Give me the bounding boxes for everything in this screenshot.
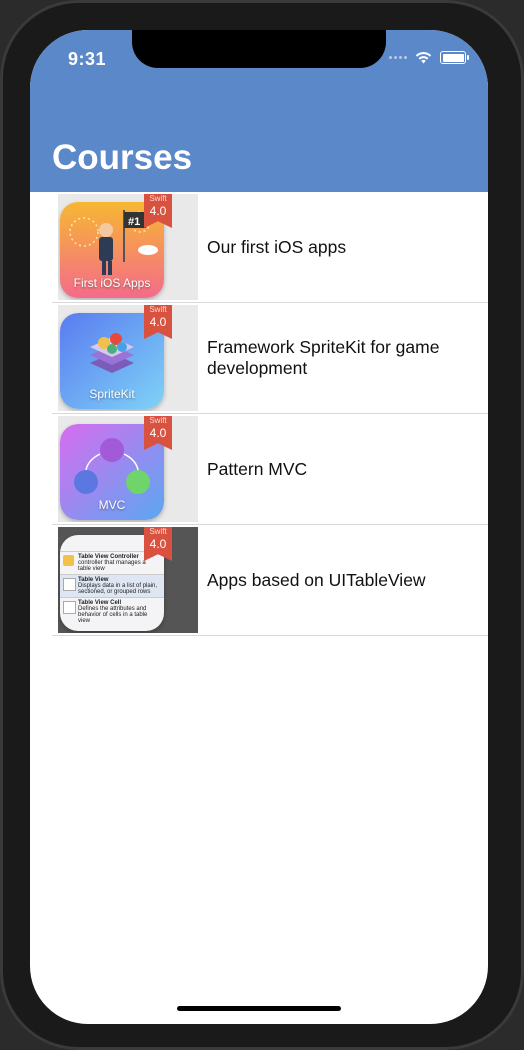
cellular-signal-icon [389,56,407,59]
course-title: Our first iOS apps [207,236,347,257]
course-icon-label: MVC [98,498,126,512]
preview-line-icon [63,555,74,566]
course-row[interactable]: SpriteKit Swift 4.0 Framework SpriteKit … [52,303,488,414]
screen: 9:31 Courses #1 First iOS Apps Swift 4.0… [30,30,488,1024]
notch [132,30,386,68]
preview-line-icon [63,601,76,614]
course-thumbnail: #1 First iOS Apps Swift 4.0 [58,194,198,300]
preview-line: Table View Displays data in a list of pl… [60,575,164,598]
status-time: 9:31 [68,49,107,69]
course-thumbnail: SpriteKit Swift 4.0 [58,305,198,411]
wifi-icon [415,52,432,64]
course-row[interactable]: Table View Controller controller that ma… [52,525,488,636]
course-icon-label: SpriteKit [89,387,135,401]
course-title: Apps based on UITableView [207,569,426,590]
svg-text:#1: #1 [128,216,140,228]
course-icon-label: First iOS Apps [73,276,151,290]
page-title: Courses [52,138,193,177]
navigation-bar: 9:31 Courses [30,30,488,192]
course-title: Framework SpriteKit for game development [207,337,440,378]
course-thumbnail: Table View Controller controller that ma… [58,527,198,633]
device-frame: 9:31 Courses #1 First iOS Apps Swift 4.0… [0,0,524,1050]
status-icons [389,51,469,64]
course-title: Pattern MVC [207,458,308,479]
course-thumbnail: MVC Swift 4.0 [58,416,198,522]
preview-line: Table View Cell Defines the attributes a… [60,598,164,626]
preview-line-icon [63,578,76,591]
course-row[interactable]: MVC Swift 4.0 Pattern MVC [52,414,488,525]
battery-icon [440,51,469,64]
course-list[interactable]: #1 First iOS Apps Swift 4.0 Our first iO… [30,192,488,636]
home-indicator[interactable] [177,1006,341,1011]
course-row[interactable]: #1 First iOS Apps Swift 4.0 Our first iO… [52,192,488,303]
